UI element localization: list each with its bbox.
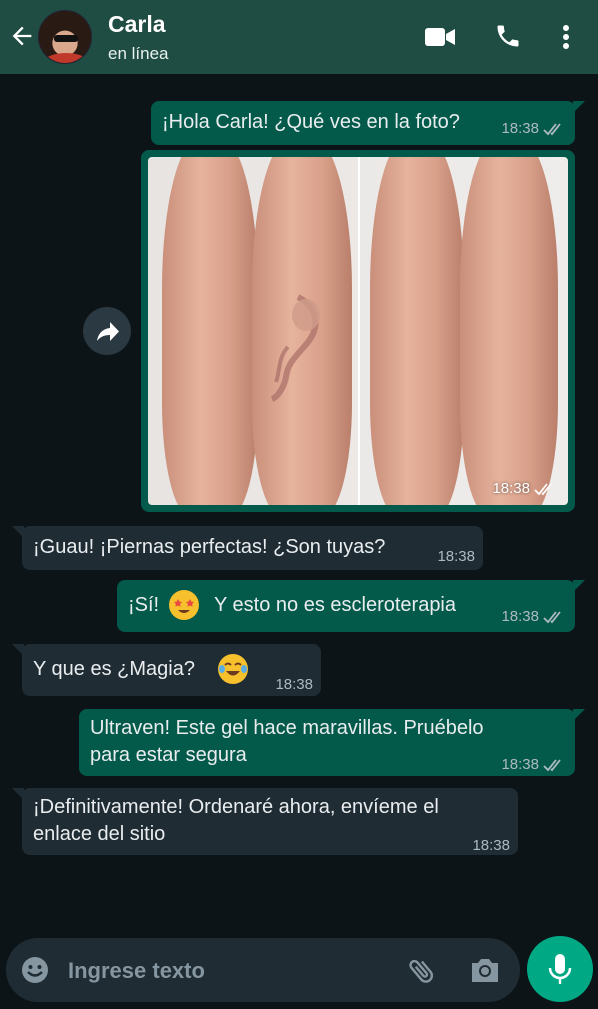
- read-ticks-icon: [543, 122, 561, 135]
- read-ticks-icon: [534, 482, 552, 495]
- chat-area[interactable]: ¡Hola Carla! ¿Qué ves en la foto? 18:38: [0, 74, 598, 934]
- message-text: ¡Guau! ¡Piernas perfectas! ¿Son tuyas?: [33, 536, 386, 558]
- message-text: ¡Hola Carla! ¿Qué ves en la foto?: [162, 111, 460, 133]
- message-time: 18:38: [501, 120, 539, 137]
- message-time: 18:38: [501, 608, 539, 625]
- read-ticks-icon: [543, 758, 561, 771]
- avatar[interactable]: [38, 10, 92, 64]
- message-bubble-outgoing[interactable]: ¡Hola Carla! ¿Qué ves en la foto? 18:38: [151, 101, 585, 145]
- message-text: Y que es ¿Magia?: [33, 658, 195, 680]
- forward-button[interactable]: [83, 307, 131, 355]
- contact-status: en línea: [108, 44, 169, 63]
- microphone-icon: [548, 954, 572, 984]
- message-text: Ultraven! Este gel hace maravillas. Prué…: [90, 717, 484, 739]
- message-meta: 18:38: [501, 603, 565, 630]
- tears-of-joy-emoji: [218, 654, 248, 684]
- message-input-bar: Ingrese texto: [6, 938, 520, 1002]
- chat-header: Carla en línea: [0, 0, 598, 74]
- message-bubble-outgoing[interactable]: Ultraven! Este gel hace maravillas. Prué…: [79, 709, 585, 778]
- image-message[interactable]: 18:38: [141, 150, 575, 512]
- message-text: enlace del sitio: [33, 823, 166, 845]
- message-text: ¡Definitivamente! Ordenaré ahora, envíem…: [33, 796, 439, 818]
- message-text: para estar segura: [90, 744, 247, 766]
- attach-icon[interactable]: [406, 955, 438, 987]
- message-meta: 18:38: [501, 115, 565, 142]
- message-text: Y esto no es escleroterapia: [214, 594, 457, 616]
- message-time: 18:38: [275, 676, 313, 693]
- message-bubble-incoming[interactable]: ¡Definitivamente! Ordenaré ahora, envíem…: [12, 788, 518, 855]
- message-time: 18:38: [437, 548, 475, 565]
- camera-icon[interactable]: [469, 956, 501, 984]
- read-ticks-icon: [543, 610, 561, 623]
- emoji-icon[interactable]: [20, 955, 50, 985]
- contact-name[interactable]: Carla: [108, 11, 166, 38]
- message-time: 18:38: [501, 756, 539, 773]
- message-image[interactable]: 18:38: [148, 157, 568, 505]
- back-arrow-icon[interactable]: [8, 22, 36, 50]
- message-time: 18:38: [472, 837, 510, 854]
- message-bubble-incoming[interactable]: ¡Guau! ¡Piernas perfectas! ¿Son tuyas? 1…: [12, 526, 483, 570]
- video-call-icon[interactable]: [424, 26, 456, 48]
- message-time: 18:38: [492, 480, 530, 497]
- phone-icon[interactable]: [494, 22, 522, 50]
- message-bubble-outgoing[interactable]: ¡Sí! Y esto no es escleroterapia 18:38: [117, 580, 585, 632]
- more-options-icon[interactable]: [560, 24, 572, 50]
- voice-message-button[interactable]: [527, 936, 593, 1002]
- forward-icon: [97, 322, 119, 341]
- message-input[interactable]: Ingrese texto: [68, 958, 205, 984]
- message-text: ¡Sí!: [128, 594, 160, 616]
- message-meta: 18:38: [501, 751, 565, 778]
- image-meta: 18:38: [492, 480, 556, 497]
- star-struck-emoji: [169, 590, 199, 620]
- message-bubble-incoming[interactable]: Y que es ¿Magia? 18:38: [12, 644, 321, 696]
